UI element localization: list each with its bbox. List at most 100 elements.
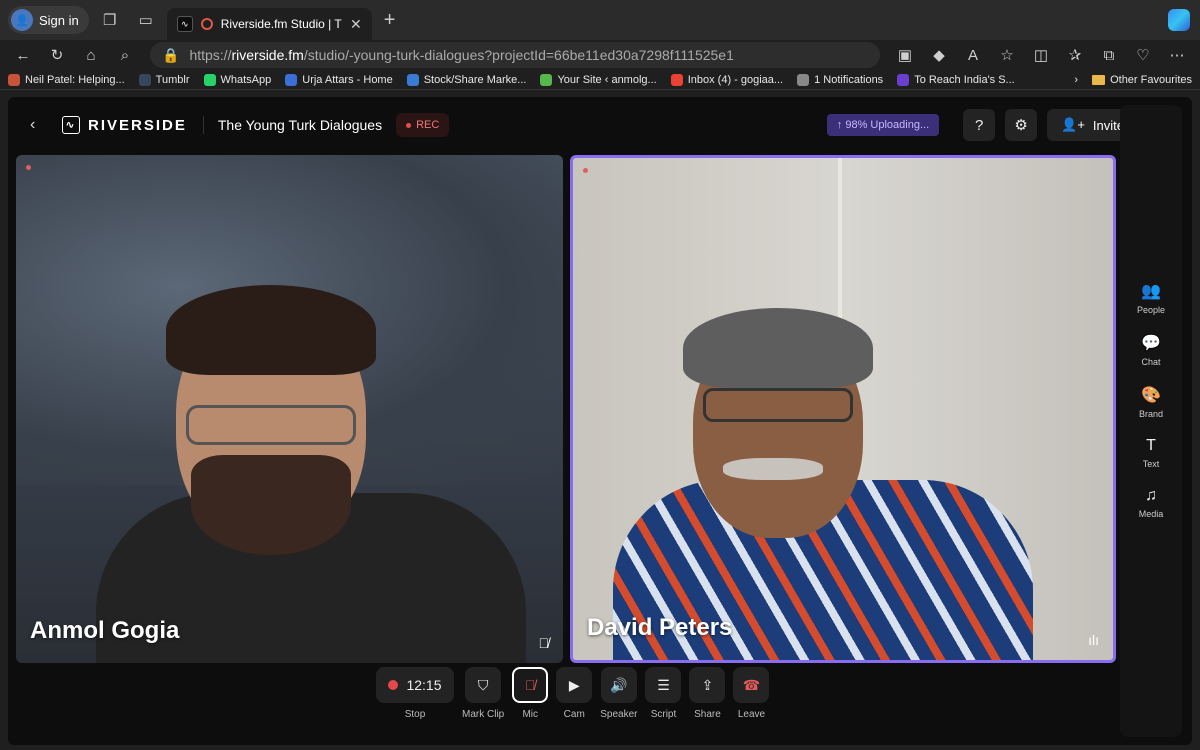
workspaces-icon[interactable]: ❐ [95,5,125,35]
project-title: The Young Turk Dialogues [217,117,383,133]
studio-header: ‹ ∿ RIVERSIDE The Young Turk Dialogues R… [8,97,1192,153]
participant-tile-active-speaker[interactable]: David Peters ılı [570,155,1116,663]
script-button[interactable]: ☰ [645,667,682,703]
read-aloud-icon[interactable]: A [958,40,988,70]
settings-button[interactable]: ⚙ [1005,109,1038,141]
cam-button[interactable]: ▶ [556,667,593,703]
bookmark-item[interactable]: 1 Notifications [797,73,883,86]
url-text: https://riverside.fm/studio/-young-turk-… [189,47,734,63]
participant-tile[interactable]: Anmol Gogia 🎙̸ [16,155,563,663]
bookmark-item[interactable]: Stock/Share Marke... [406,73,526,86]
sidebar-label: People [1136,305,1166,315]
split-screen-icon[interactable]: ◫ [1026,40,1056,70]
participant-name: David Peters [587,614,733,641]
more-menu-icon[interactable]: ⋯ [1162,40,1192,70]
close-tab-icon[interactable]: ✕ [350,16,362,33]
stop-control: 12:15 Stop [376,667,454,720]
home-icon[interactable]: ⌂ [76,40,106,70]
bookmark-favicon-icon [797,73,810,86]
bookmark-favicon-icon [406,73,419,86]
sidebar-label: Text [1142,459,1160,469]
sidebar-item-people[interactable]: 👥 People [1137,281,1165,315]
favorite-star-icon[interactable]: ☆ [992,40,1022,70]
sidebar-item-chat[interactable]: 💬 Chat [1141,333,1161,367]
bookmark-favicon-icon [897,73,910,86]
riverside-studio: ‹ ∿ RIVERSIDE The Young Turk Dialogues R… [8,97,1192,745]
palette-icon: 🎨 [1141,387,1161,404]
help-icon: ? [974,116,984,134]
signin-button[interactable]: 👤 Sign in [8,6,89,34]
camera-icon: ▶ [568,676,580,693]
refresh-icon[interactable]: ↻ [42,40,72,70]
riverside-logo: ∿ RIVERSIDE [62,116,204,134]
bookmark-item[interactable]: WhatsApp [203,73,272,86]
share-button[interactable]: ⇪ [689,667,726,703]
rec-label: REC [416,119,440,131]
bookmark-favicon-icon [8,73,20,86]
search-icon[interactable]: ⌕ [110,40,140,70]
mic-off-icon: 🎙̸ [524,677,536,693]
speaker-control: 🔊 Speaker [600,667,637,720]
active-tab[interactable]: ∿ Riverside.fm Studio | The ✕ [166,8,372,40]
participant-video-glasses [703,388,853,422]
bookmark-item[interactable]: Tumblr [138,73,190,86]
other-favourites-folder[interactable]: Other Favourites [1092,74,1192,86]
new-tab-icon[interactable]: + [384,9,396,32]
mic-off-icon: 🎙̸ [538,635,550,651]
bookmark-label: WhatsApp [220,73,272,86]
browser-tabbar: 👤 Sign in ❐ ▭ ∿ Riverside.fm Studio | Th… [0,0,1200,40]
camera-permission-icon[interactable]: ▣ [890,40,920,70]
bookmark-item[interactable]: Inbox (4) - gogiaa... [670,73,784,86]
favorites-icon[interactable]: ✰ [1060,40,1090,70]
copilot-icon[interactable] [1168,9,1190,31]
sidebar-item-media[interactable]: ♫ Media [1139,487,1164,519]
mic-label: Mic [522,709,539,720]
tab-title: Riverside.fm Studio | The [220,17,343,31]
sidebar-item-text[interactable]: T Text [1143,437,1160,469]
chevron-right-icon[interactable]: › [1074,74,1078,86]
sidebar-item-brand[interactable]: 🎨 Brand [1139,385,1163,419]
stop-label: Stop [404,709,426,720]
script-control: ☰ Script [645,667,682,720]
tab-actions-icon[interactable]: ▭ [131,5,161,35]
mic-button[interactable]: 🎙̸ [512,667,549,703]
people-icon: 👥 [1141,283,1161,300]
speaker-button[interactable]: 🔊 [600,667,637,703]
sidebar-label: Media [1138,509,1164,519]
stop-button[interactable]: 12:15 [376,667,454,703]
music-icon: ♫ [1144,487,1157,504]
cam-control: ▶ Cam [556,667,593,720]
bookmark-item[interactable]: Your Site ‹ anmolg... [540,73,657,86]
speaker-icon: 🔊 [610,676,628,693]
collections-icon[interactable]: ⧉ [1094,40,1124,70]
mark-clip-button[interactable]: ⛉ [465,667,502,703]
bookmark-label: Urja Attars - Home [302,73,393,86]
script-icon: ☰ [657,676,670,693]
chat-icon: 💬 [1141,335,1161,352]
leave-control: ☎ Leave [733,667,770,720]
url-field[interactable]: 🔒 https://riverside.fm/studio/-young-tur… [150,42,880,68]
bookmark-item[interactable]: Urja Attars - Home [285,73,393,86]
bookmark-item[interactable]: To Reach India's S... [897,73,1015,86]
text-icon: T [1146,437,1156,454]
leave-button[interactable]: ☎ [733,667,770,703]
hang-up-icon: ☎ [742,676,761,693]
participant-video-hair [166,285,376,375]
back-chevron-icon[interactable]: ‹ [30,116,48,134]
bookmark-item[interactable]: Neil Patel: Helping... [8,73,125,86]
bookmark-label: Neil Patel: Helping... [25,73,125,86]
back-arrow-icon[interactable]: ← [8,40,38,70]
gear-icon: ⚙ [1014,117,1028,134]
help-button[interactable]: ? [963,109,996,141]
bookmark-label: Inbox (4) - gogiaa... [687,73,784,86]
tag-icon[interactable]: ◆ [924,40,954,70]
leave-label: Leave [737,709,766,720]
upload-status[interactable]: ↑ 98% Uploading... [826,114,940,136]
recording-indicator-icon [200,18,213,30]
control-bar: 12:15 Stop ⛉ Mark Clip 🎙̸ Mic ▶ Cam 🔊 Sp… [376,667,770,720]
participant-name: Anmol Gogia [30,617,180,644]
bookmark-shield-icon: ⛉ [477,676,489,693]
logo-text: RIVERSIDE [88,116,187,134]
add-user-icon: 👤+ [1061,117,1085,132]
extensions-heart-icon[interactable]: ♡ [1128,40,1158,70]
